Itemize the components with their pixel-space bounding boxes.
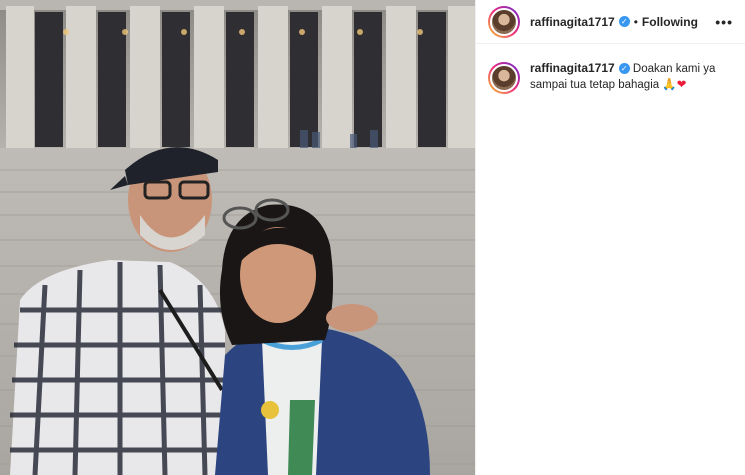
couple-photo-image <box>0 0 475 475</box>
verified-badge-icon: ✓ <box>618 16 630 27</box>
instagram-post: raffinagita1717 ✓ • Following ••• raffin… <box>0 0 745 475</box>
separator-dot: • <box>633 14 638 29</box>
praying-hands-emoji: 🙏 <box>662 79 677 91</box>
caption: raffinagita1717 ✓ Doakan kami ya sampai t… <box>476 44 745 94</box>
following-button[interactable]: Following <box>642 15 698 29</box>
post-sidebar: raffinagita1717 ✓ • Following ••• raffin… <box>475 0 745 475</box>
author-avatar[interactable] <box>488 5 520 38</box>
caption-username[interactable]: raffinagita1717 <box>530 61 615 75</box>
author-username[interactable]: raffinagita1717 <box>530 15 615 29</box>
post-photo[interactable] <box>0 0 475 475</box>
post-header: raffinagita1717 ✓ • Following ••• <box>476 0 745 44</box>
more-options-icon[interactable]: ••• <box>715 14 733 30</box>
caption-avatar[interactable] <box>488 62 520 94</box>
caption-body: raffinagita1717 ✓ Doakan kami ya sampai t… <box>530 60 730 94</box>
red-heart-emoji: ❤ <box>676 79 687 91</box>
verified-badge-icon: ✓ <box>618 63 630 75</box>
